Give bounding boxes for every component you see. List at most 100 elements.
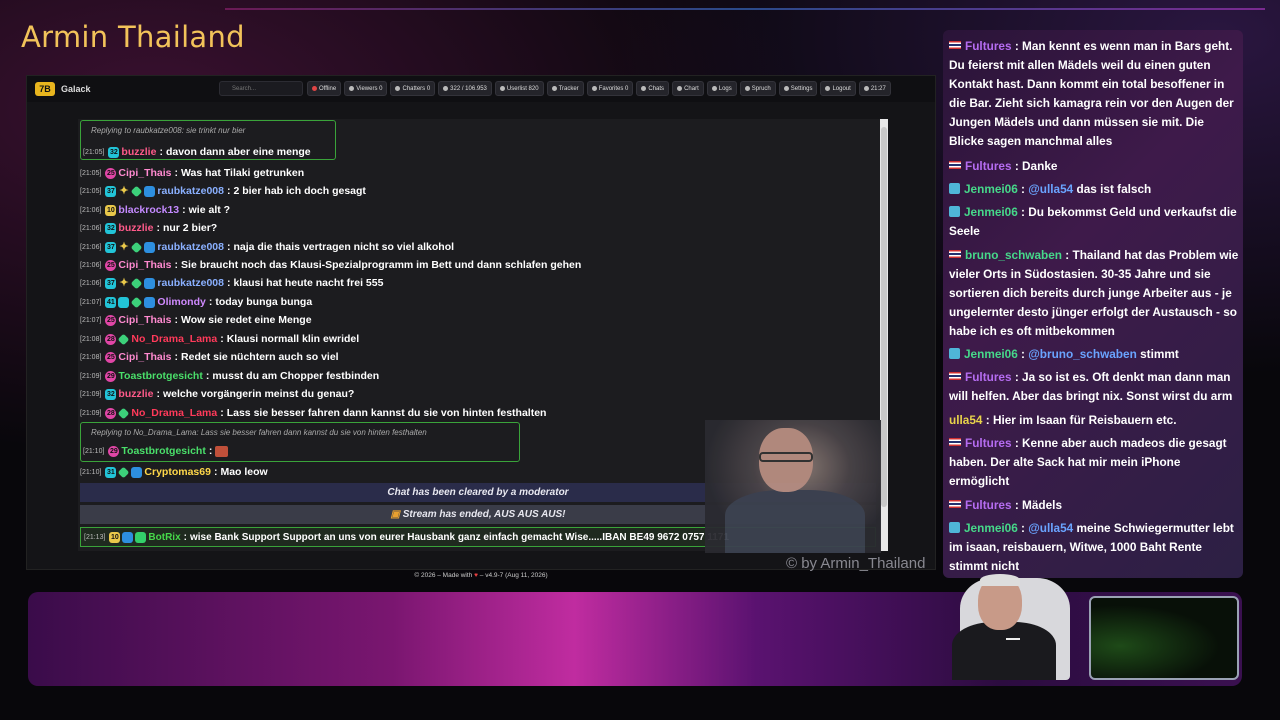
side-chat-username[interactable]: Fultures — [965, 436, 1012, 450]
message-time: [21:06] — [80, 279, 102, 287]
message-text: welche vorgängerin meinst du genau? — [162, 388, 355, 400]
username[interactable]: Cryptomas69 — [144, 466, 211, 478]
chat-message: [21:05] 25 Cipi_Thais: Was hat Tilaki getru… — [80, 164, 304, 182]
nav-logout-button[interactable]: Logout — [820, 81, 856, 96]
side-chat-message: Fultures : Man kennt es wenn man in Bars… — [949, 37, 1239, 151]
sub-months-badge: 32 — [105, 388, 117, 400]
username[interactable]: Cipi_Thais — [118, 351, 171, 363]
message-text: Klausi normall klin ewridel — [226, 333, 360, 345]
sub-months-badge: 25 — [105, 259, 117, 271]
chat-message: [21:10] 31 Cryptomas69: Mao leow — [80, 463, 268, 481]
vip-badge-icon — [131, 296, 143, 308]
colon: : — [159, 146, 163, 158]
side-chat-text: Man kennt es wenn man in Bars geht. Du f… — [949, 39, 1234, 148]
message-time: [21:08] — [80, 335, 102, 343]
offline-icon — [312, 85, 317, 91]
nav-label: Tracker — [558, 86, 579, 92]
side-chat-username[interactable]: Fultures — [965, 159, 1012, 173]
username[interactable]: buzzlie — [118, 388, 153, 400]
side-chat-username[interactable]: Jenmei06 — [964, 182, 1018, 196]
user-icon — [949, 183, 960, 194]
mention[interactable]: @ulla54 — [1028, 182, 1073, 196]
nav-viewers-button[interactable]: Viewers 0 — [344, 81, 388, 96]
side-chat-panel: Fultures : Man kennt es wenn man in Bars… — [943, 30, 1243, 578]
chat-message: [21:07] 41 Olimondy: today bunga bunga — [80, 293, 312, 311]
colon: : — [183, 531, 187, 543]
message-text: Was hat Tilaki getrunken — [181, 167, 305, 179]
nav-chart-button[interactable]: Chart — [672, 81, 704, 96]
nav-label: Spruch — [751, 86, 771, 92]
username[interactable]: BotRix — [148, 532, 180, 543]
mention[interactable]: @ulla54 — [1028, 521, 1073, 535]
message-time: [21:09] — [80, 372, 102, 380]
username[interactable]: Cipi_Thais — [118, 167, 171, 179]
nav-settings-button[interactable]: Settings — [778, 81, 818, 96]
emote-icon — [215, 445, 229, 457]
username[interactable]: Cipi_Thais — [118, 259, 171, 271]
username[interactable]: raubkatze008 — [157, 277, 224, 289]
app-name[interactable]: Galack — [61, 84, 91, 94]
vip-badge-icon — [118, 407, 130, 419]
nav-spruch-button[interactable]: Spruch — [739, 81, 776, 96]
sub-months-badge: 29 — [105, 370, 117, 382]
username[interactable]: blackrock13 — [118, 204, 179, 216]
username[interactable]: Olimondy — [157, 296, 205, 308]
side-chat-username[interactable]: Fultures — [965, 498, 1012, 512]
username[interactable]: Cipi_Thais — [118, 314, 171, 326]
thai-flag-icon — [949, 372, 961, 380]
person-hair — [980, 574, 1020, 586]
streamer-shirt — [725, 490, 865, 553]
side-chat-text: Danke — [1022, 159, 1058, 173]
username[interactable]: raubkatze008 — [157, 241, 224, 253]
username[interactable]: Toastbrotgesicht — [121, 445, 205, 457]
side-chat-username[interactable]: Jenmei06 — [964, 521, 1018, 535]
nav-userlist-button[interactable]: Userlist 820 — [494, 81, 544, 96]
chat-scrollbar[interactable] — [880, 119, 888, 551]
search-input[interactable]: Search... — [219, 81, 303, 96]
side-chat-username[interactable]: Fultures — [965, 370, 1012, 384]
pickaxe-icon — [144, 277, 156, 289]
nav-chatters-button[interactable]: Chatters 0 — [390, 81, 436, 96]
nav-logs-button[interactable]: Logs — [706, 81, 737, 96]
nav-label: Chatters 0 — [402, 86, 431, 92]
thai-flag-icon — [949, 250, 961, 258]
separator: : — [1011, 39, 1023, 53]
separator: : — [1062, 248, 1073, 262]
username[interactable]: No_Drama_Lama — [131, 333, 217, 345]
message-text: 2 bier hab ich doch gesagt — [233, 185, 366, 197]
app-logo[interactable]: 7B — [35, 82, 55, 96]
scroll-thumb[interactable] — [881, 127, 887, 507]
mention[interactable]: @bruno_schwaben — [1028, 347, 1137, 361]
side-chat-username[interactable]: ulla54 — [949, 413, 982, 427]
feather-icon: ✦ — [119, 184, 129, 197]
side-chat-username[interactable]: Jenmei06 — [964, 347, 1018, 361]
viewers-icon — [349, 85, 355, 91]
nav-tracker-button[interactable]: Tracker — [546, 81, 584, 96]
overlay-divider — [225, 8, 1265, 10]
nav-favorites-button[interactable]: Favorites 0 — [586, 81, 634, 96]
message-text: Sie braucht noch das Klausi-Spezialprogr… — [181, 259, 582, 271]
username[interactable]: Toastbrotgesicht — [118, 370, 202, 382]
message-text: Wow sie redet eine Menge — [181, 314, 312, 326]
username[interactable]: buzzlie — [121, 146, 156, 158]
pickaxe-icon — [144, 185, 156, 197]
webcam-streamer — [705, 420, 881, 553]
side-chat-username[interactable]: Jenmei06 — [964, 205, 1018, 219]
nav-clock-button[interactable]: 21:27 — [858, 81, 891, 96]
username[interactable]: buzzlie — [118, 222, 153, 234]
sub-months-badge: 25 — [105, 351, 117, 363]
sub-months-badge: 32 — [108, 146, 120, 158]
colon: : — [174, 167, 179, 179]
message-text: musst du am Chopper festbinden — [212, 370, 380, 382]
side-chat-username[interactable]: Fultures — [965, 39, 1012, 53]
message-time: [21:09] — [80, 390, 102, 398]
username[interactable]: No_Drama_Lama — [131, 407, 217, 419]
nav-offline-button[interactable]: Offline — [307, 81, 342, 96]
sub-months-badge: 37 — [105, 277, 117, 289]
nav-messages-button[interactable]: 322 / 106.953 — [438, 81, 492, 96]
favorites-icon — [591, 85, 597, 91]
username[interactable]: raubkatze008 — [157, 185, 224, 197]
side-chat-username[interactable]: bruno_schwaben — [965, 248, 1062, 262]
colon: : — [156, 388, 160, 400]
nav-chats-button[interactable]: Chats — [636, 81, 670, 96]
